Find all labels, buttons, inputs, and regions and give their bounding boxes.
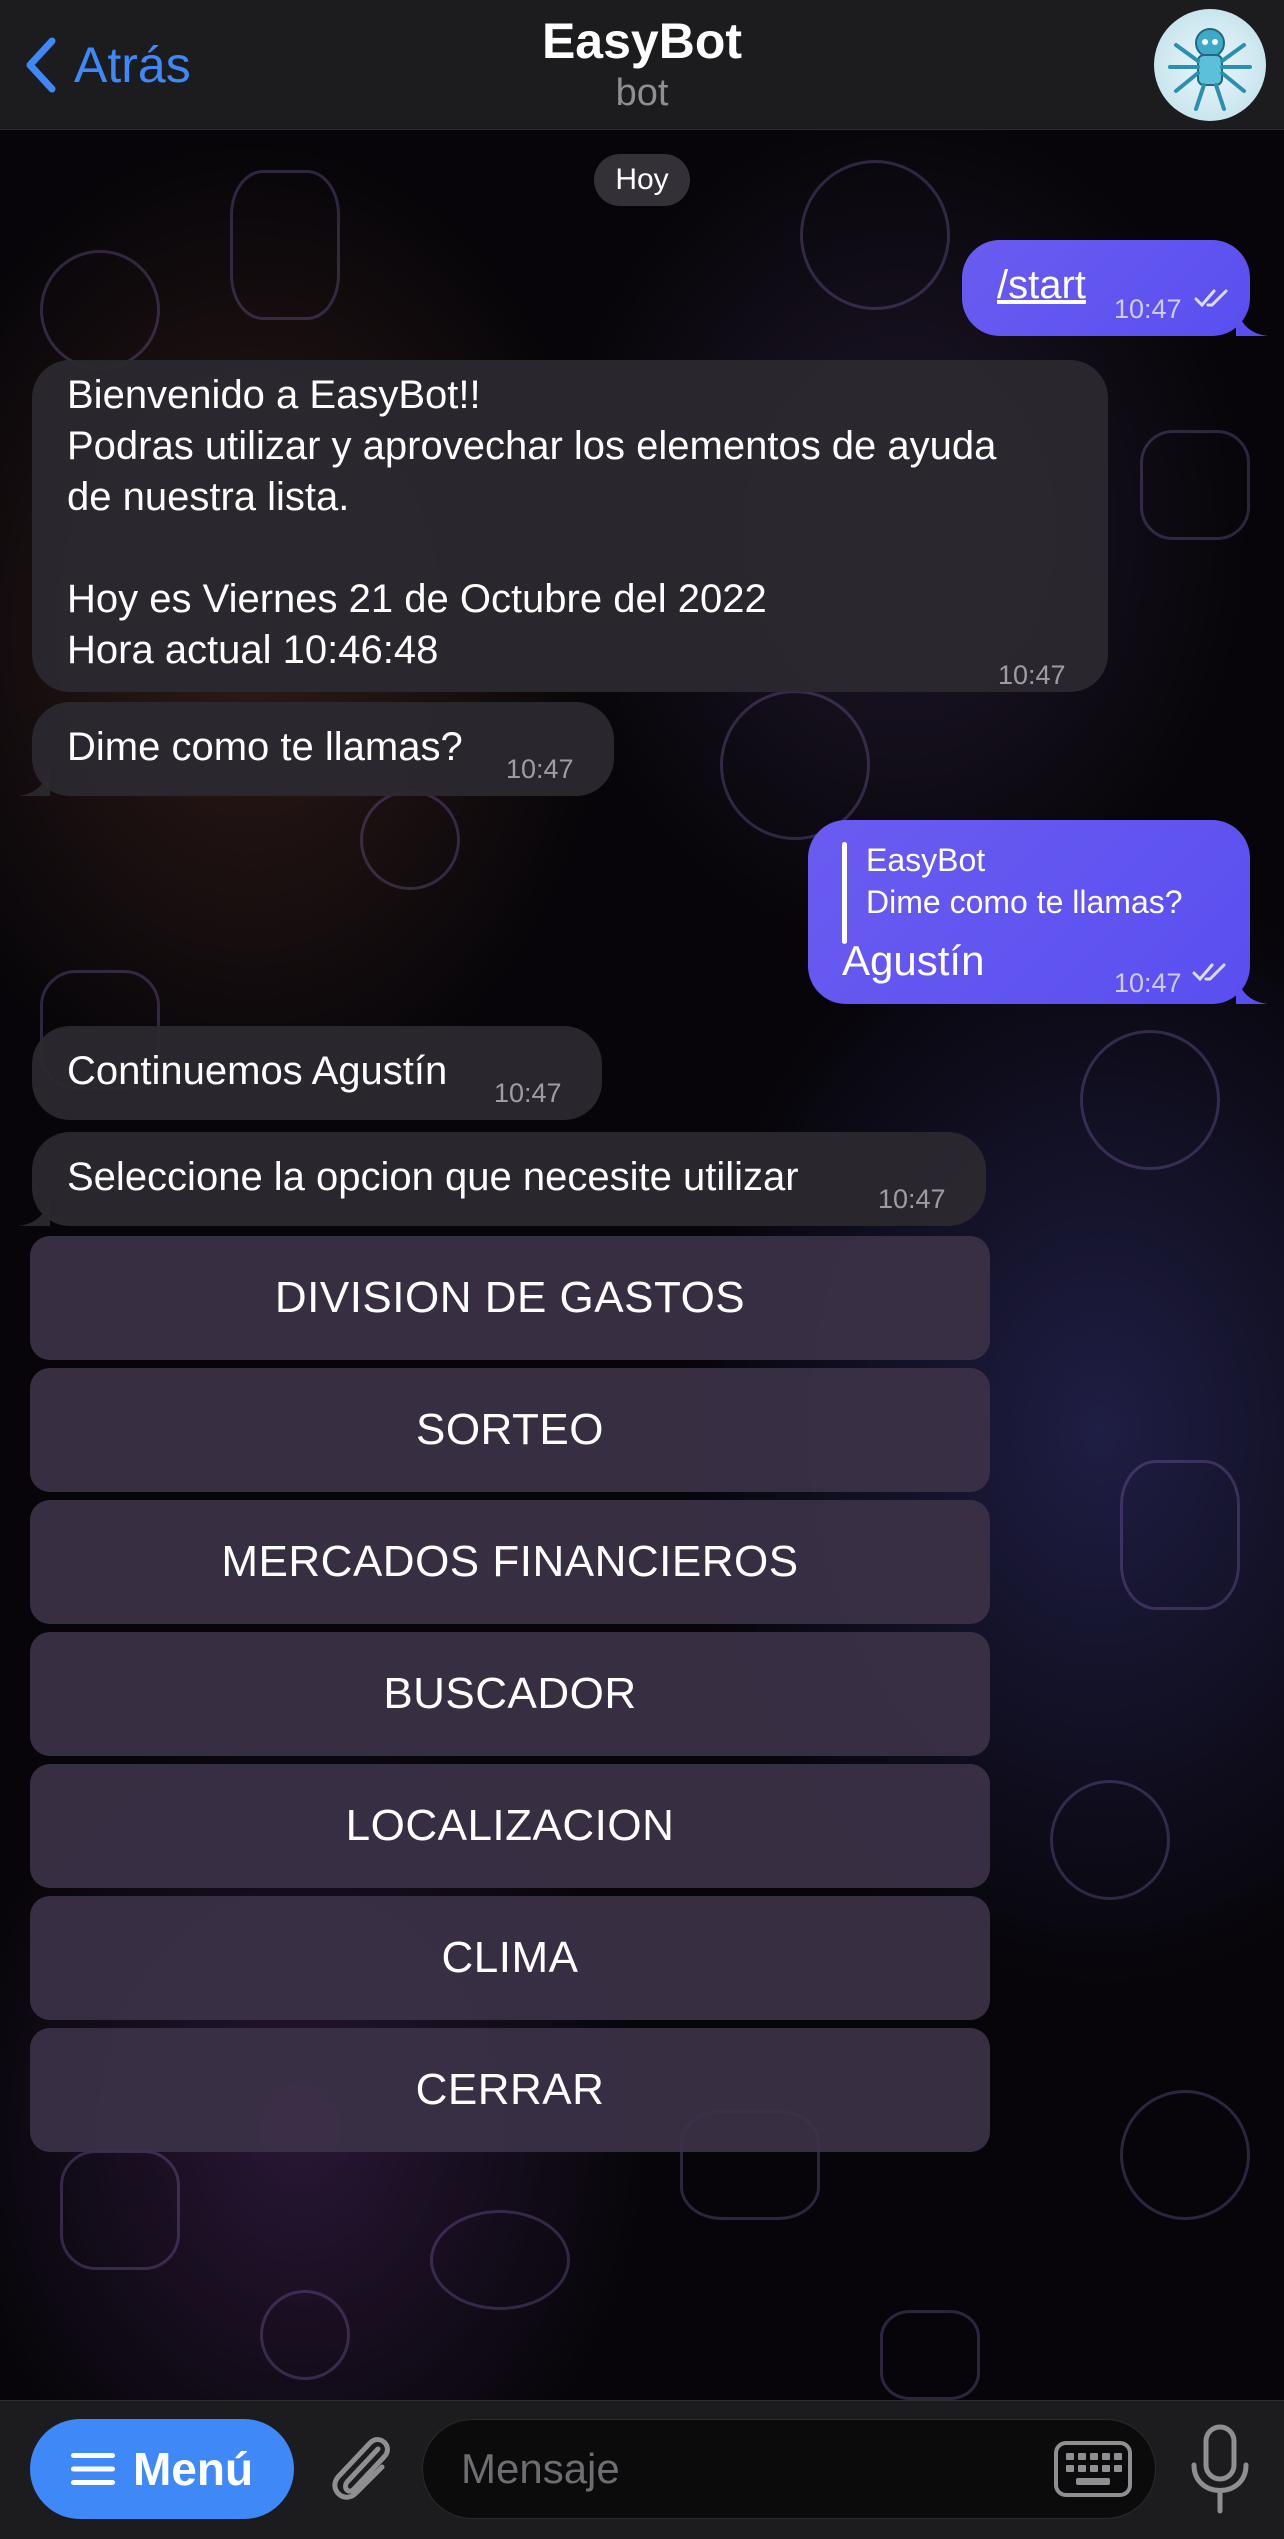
- microphone-icon[interactable]: [1188, 2423, 1252, 2517]
- wallpaper-doodle: [430, 2210, 570, 2310]
- keyboard-button-division-de-gastos[interactable]: DIVISION DE GASTOS: [30, 1236, 990, 1360]
- wallpaper-doodle: [720, 690, 870, 840]
- keyboard-button-clima[interactable]: CLIMA: [30, 1896, 990, 2020]
- double-check-icon: [1194, 289, 1228, 308]
- bubble-tail: [1236, 306, 1268, 336]
- bubble-tail: [1236, 974, 1268, 1004]
- keyboard-button-buscador[interactable]: BUSCADOR: [30, 1632, 990, 1756]
- bot-avatar[interactable]: [1154, 9, 1266, 121]
- message-line: Bienvenido a EasyBot!!: [67, 373, 481, 417]
- keyboard-button-cerrar[interactable]: CERRAR: [30, 2028, 990, 2152]
- keyboard-button-sorteo[interactable]: SORTEO: [30, 1368, 990, 1492]
- message-line: Hoy es Viernes 21 de Octubre del 2022: [67, 577, 767, 621]
- wallpaper-doodle: [1050, 1780, 1170, 1900]
- paperclip-icon[interactable]: [322, 2427, 398, 2511]
- message-time: 10:47: [506, 754, 574, 784]
- chat-header: Atrás EasyBot bot: [0, 0, 1284, 130]
- incoming-message[interactable]: Dime como te llamas? 10:47: [32, 702, 614, 796]
- keyboard-icon[interactable]: [1054, 2441, 1132, 2497]
- bubble-tail: [18, 1196, 50, 1226]
- wallpaper-doodle: [60, 2150, 180, 2270]
- incoming-message[interactable]: Continuemos Agustín 10:47: [32, 1026, 602, 1120]
- menu-label: Menú: [132, 2443, 254, 2495]
- message-input[interactable]: [422, 2419, 1156, 2519]
- message-composer-bar: Menú: [0, 2400, 1284, 2539]
- wallpaper-doodle: [880, 2310, 980, 2400]
- wallpaper-doodle: [40, 250, 160, 370]
- outgoing-message[interactable]: /start 10:47: [962, 240, 1250, 336]
- message-line: Hora actual 10:46:48: [67, 628, 439, 672]
- double-check-icon: [1192, 963, 1226, 982]
- incoming-message[interactable]: Bienvenido a EasyBot!! Podras utilizar y…: [32, 360, 1108, 692]
- wallpaper-doodle: [360, 790, 460, 890]
- hamburger-icon: [70, 2453, 115, 2485]
- keyboard-button-localizacion[interactable]: LOCALIZACION: [30, 1764, 990, 1888]
- message-line: Podras utilizar y aprovechar los element…: [67, 424, 997, 468]
- message-line: de nuestra lista.: [67, 475, 350, 519]
- keyboard-button-mercados-financieros[interactable]: MERCADOS FINANCIEROS: [30, 1500, 990, 1624]
- wallpaper-doodle: [260, 2290, 350, 2380]
- message-text: Agustín: [842, 937, 985, 984]
- reply-quote-bar: [842, 842, 847, 944]
- outgoing-reply-message[interactable]: EasyBot Dime como te llamas? Agustín 10:…: [808, 820, 1250, 1004]
- wallpaper-doodle: [1080, 1030, 1220, 1170]
- wallpaper-doodle: [230, 170, 340, 320]
- message-time: 10:47: [1114, 294, 1182, 324]
- bubble-tail: [18, 766, 50, 796]
- reply-author: EasyBot: [866, 842, 986, 878]
- incoming-message[interactable]: Seleccione la opcion que necesite utiliz…: [32, 1132, 986, 1226]
- reply-text: Dime como te llamas?: [866, 884, 1183, 920]
- chat-subtitle: bot: [615, 72, 669, 114]
- message-text: Bienvenido a EasyBot!! Podras utilizar y…: [67, 370, 996, 676]
- message-text: Dime como te llamas?: [67, 725, 463, 769]
- message-line-blank: [67, 523, 996, 574]
- chat-title[interactable]: EasyBot: [0, 12, 1284, 70]
- menu-button[interactable]: Menú: [30, 2419, 294, 2519]
- wallpaper-doodle: [1120, 2090, 1250, 2220]
- wallpaper-doodle: [1140, 430, 1250, 540]
- message-time: 10:47: [878, 1184, 946, 1214]
- wallpaper-doodle: [1120, 1460, 1240, 1610]
- message-text: Seleccione la opcion que necesite utiliz…: [67, 1155, 799, 1199]
- message-time: 10:47: [494, 1078, 562, 1108]
- message-time: 10:47: [1114, 968, 1182, 998]
- command-link[interactable]: /start: [997, 260, 1086, 311]
- message-text: Continuemos Agustín: [67, 1049, 448, 1093]
- robot-octopus-icon: [1168, 28, 1252, 111]
- message-time: 10:47: [998, 660, 1066, 690]
- date-separator: Hoy: [594, 154, 690, 206]
- wallpaper-doodle: [800, 160, 950, 310]
